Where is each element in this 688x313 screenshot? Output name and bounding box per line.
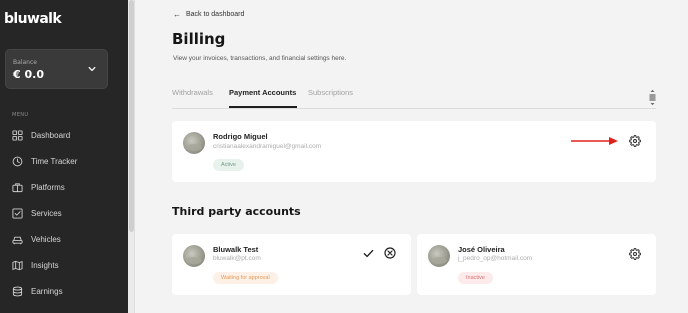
sidebar-item-dashboard[interactable]: Dashboard [12, 128, 70, 142]
third-party-account-card[interactable]: Bluwalk Test bluwalk@pt.com Waiting for … [172, 234, 411, 295]
tabs-scroll-control[interactable] [649, 89, 656, 106]
approve-check-icon[interactable] [363, 248, 374, 259]
balance-label: Balance [13, 59, 37, 66]
sidebar-item-time-tracker[interactable]: Time Tracker [12, 154, 77, 168]
avatar [428, 245, 450, 267]
status-badge: Waiting for approval [213, 272, 278, 284]
tab-withdrawals[interactable]: Withdrawals [172, 88, 213, 97]
tab-payment-accounts[interactable]: Payment Accounts [229, 88, 296, 97]
third-party-section-title: Third party accounts [172, 205, 301, 218]
menu-section-label: MENU [12, 112, 29, 118]
balance-card[interactable]: Balance € 0.0 [5, 49, 108, 89]
checkbox-icon [12, 207, 23, 219]
sidebar-item-label: Vehicles [31, 234, 61, 244]
sidebar: bluwalk Balance € 0.0 MENU Dashboard Tim… [0, 0, 128, 313]
sidebar-item-insights[interactable]: Insights [12, 258, 59, 272]
sidebar-item-services[interactable]: Services [12, 206, 62, 220]
reject-circle-x-icon[interactable] [384, 247, 396, 259]
sidebar-item-vehicles[interactable]: Vehicles [12, 232, 61, 246]
gear-icon[interactable] [629, 135, 641, 147]
brand-logo[interactable]: bluwalk [4, 11, 62, 27]
car-icon [12, 236, 23, 244]
sidebar-item-label: Earnings [31, 286, 63, 296]
avatar [183, 245, 205, 267]
sidebar-item-label: Time Tracker [31, 156, 78, 166]
account-email: j_pedro_op@hotmail.com [458, 255, 533, 262]
avatar [183, 132, 205, 154]
account-name: Rodrigo Miguel [213, 132, 268, 141]
database-icon [12, 286, 23, 296]
red-arrow-annotation [571, 137, 618, 145]
chevron-down-icon[interactable] [88, 65, 96, 73]
back-link-label: Back to dashboard [186, 11, 245, 18]
account-name: Bluwalk Test [213, 245, 259, 254]
sidebar-item-earnings[interactable]: Earnings [12, 284, 63, 298]
sidebar-item-label: Insights [31, 260, 59, 270]
briefcase-icon [12, 182, 23, 192]
billing-tabs: Withdrawals Payment Accounts Subscriptio… [172, 86, 656, 109]
gear-icon[interactable] [629, 248, 641, 260]
sidebar-item-label: Services [31, 208, 62, 218]
sidebar-item-label: Dashboard [31, 130, 71, 140]
sidebar-item-platforms[interactable]: Platforms [12, 180, 65, 194]
account-name: José Oliveira [458, 245, 505, 254]
sidebar-scrollbar[interactable] [128, 0, 135, 313]
account-email: bluwalk@pt.com [213, 255, 261, 262]
account-email: cristianaalexandramiguel@gmail.com [213, 143, 322, 150]
main-content: ← Back to dashboard Billing View your in… [135, 0, 688, 313]
sidebar-scrollbar-thumb[interactable] [129, 0, 134, 232]
map-icon [12, 260, 23, 270]
clock-icon [12, 156, 23, 166]
sidebar-item-label: Platforms [31, 182, 65, 192]
tab-subscriptions[interactable]: Subscriptions [308, 88, 353, 97]
status-badge: Inactive [458, 272, 493, 284]
arrow-left-icon: ← [173, 10, 181, 19]
status-badge: Active [213, 159, 244, 171]
back-to-dashboard-link[interactable]: ← Back to dashboard [173, 10, 244, 19]
page-subtitle: View your invoices, transactions, and fi… [173, 55, 347, 62]
active-tab-indicator [229, 106, 297, 108]
balance-value: € 0.0 [13, 68, 44, 81]
grid-icon [12, 129, 23, 141]
primary-account-card[interactable]: Rodrigo Miguel cristianaalexandramiguel@… [172, 121, 656, 182]
page-title: Billing [172, 30, 226, 48]
third-party-account-card[interactable]: José Oliveira j_pedro_op@hotmail.com Ina… [417, 234, 656, 295]
